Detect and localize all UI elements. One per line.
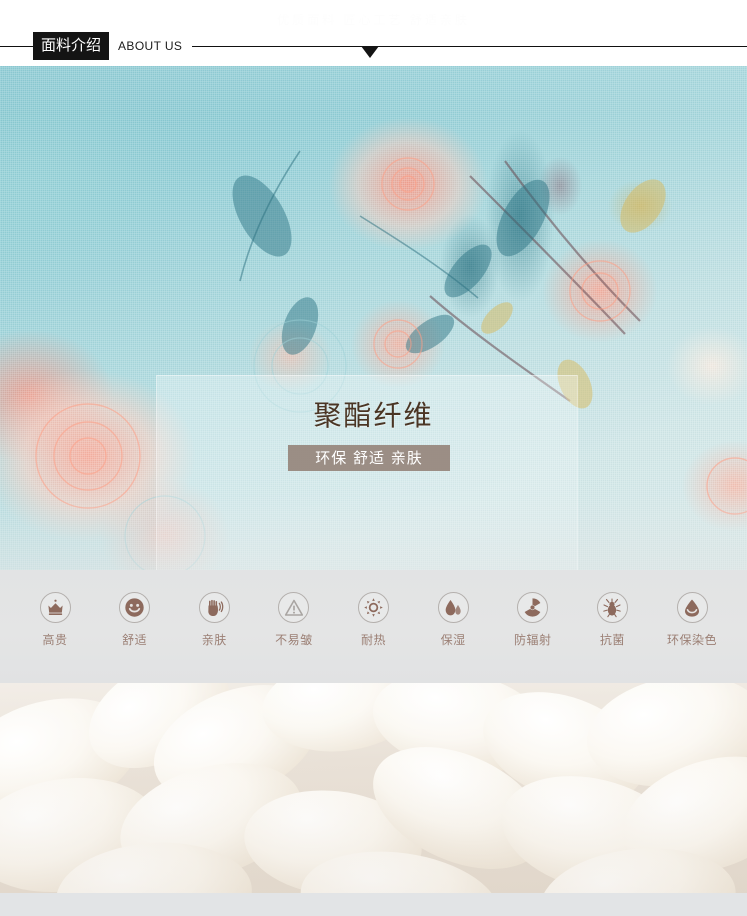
feature-label: 保湿 bbox=[440, 633, 466, 647]
feature-label: 亲肤 bbox=[201, 633, 227, 647]
tab-about-us-label[interactable]: ABOUT US bbox=[118, 39, 182, 53]
feature-item-moisturizing[interactable]: 保湿 bbox=[416, 592, 490, 646]
feature-item-eco-dyeing[interactable]: 环保染色 bbox=[655, 592, 729, 646]
cocoon-photo-shading bbox=[0, 683, 747, 893]
silk-cocoons-photo bbox=[0, 683, 747, 893]
feature-item-skin-friendly[interactable]: 亲肤 bbox=[177, 592, 251, 646]
hero-floral-banner: 聚酯纤维 环保 舒适 亲肤 bbox=[0, 66, 747, 570]
hand-icon bbox=[198, 592, 230, 623]
dye-drop-icon bbox=[676, 592, 708, 623]
triangle-down-icon bbox=[361, 46, 379, 58]
feature-item-antibacterial[interactable]: 抗菌 bbox=[575, 592, 649, 646]
warning-triangle-icon bbox=[278, 592, 310, 623]
feature-item-noble[interactable]: 高贵 bbox=[18, 592, 92, 646]
smiley-icon bbox=[119, 592, 151, 623]
feature-icon-strip: 高贵 舒适 亲肤 不易皱 耐热 保湿 防辐射 抗菌 环保染色 bbox=[0, 570, 747, 683]
header-watermark-text: 优质面料 匠心工艺 舒适亲肤 bbox=[277, 13, 470, 27]
feature-item-wrinkle-resistant[interactable]: 不易皱 bbox=[257, 592, 331, 646]
crown-icon bbox=[39, 592, 71, 623]
bug-icon bbox=[596, 592, 628, 623]
feature-label: 高贵 bbox=[42, 633, 68, 647]
water-drop-icon bbox=[437, 592, 469, 623]
feature-label: 舒适 bbox=[122, 633, 148, 647]
feature-label: 环保染色 bbox=[666, 633, 717, 647]
feature-label: 防辐射 bbox=[513, 633, 552, 647]
section-header: 优质面料 匠心工艺 舒适亲肤 面料介绍 ABOUT US bbox=[0, 0, 747, 66]
feature-label: 耐热 bbox=[360, 633, 386, 647]
radiation-icon bbox=[517, 592, 549, 623]
feature-item-anti-radiation[interactable]: 防辐射 bbox=[496, 592, 570, 646]
hero-tagline-text: 环保 舒适 亲肤 bbox=[315, 448, 423, 467]
feature-label: 抗菌 bbox=[599, 633, 625, 647]
header-tab-group[interactable]: 面料介绍 ABOUT US bbox=[33, 32, 193, 60]
product-detail-page: 优质面料 匠心工艺 舒适亲肤 面料介绍 ABOUT US 聚酯纤维 环保 舒适 … bbox=[0, 0, 747, 916]
hero-tagline-bar: 环保 舒适 亲肤 bbox=[288, 445, 450, 471]
feature-item-comfort[interactable]: 舒适 bbox=[98, 592, 172, 646]
feature-item-heat-resistant[interactable]: 耐热 bbox=[337, 592, 411, 646]
tab-fabric-intro[interactable]: 面料介绍 bbox=[33, 32, 110, 60]
sun-icon bbox=[358, 592, 389, 623]
page-footer-spacer bbox=[0, 893, 747, 916]
feature-label: 不易皱 bbox=[275, 633, 313, 647]
hero-title: 聚酯纤维 bbox=[313, 399, 434, 432]
